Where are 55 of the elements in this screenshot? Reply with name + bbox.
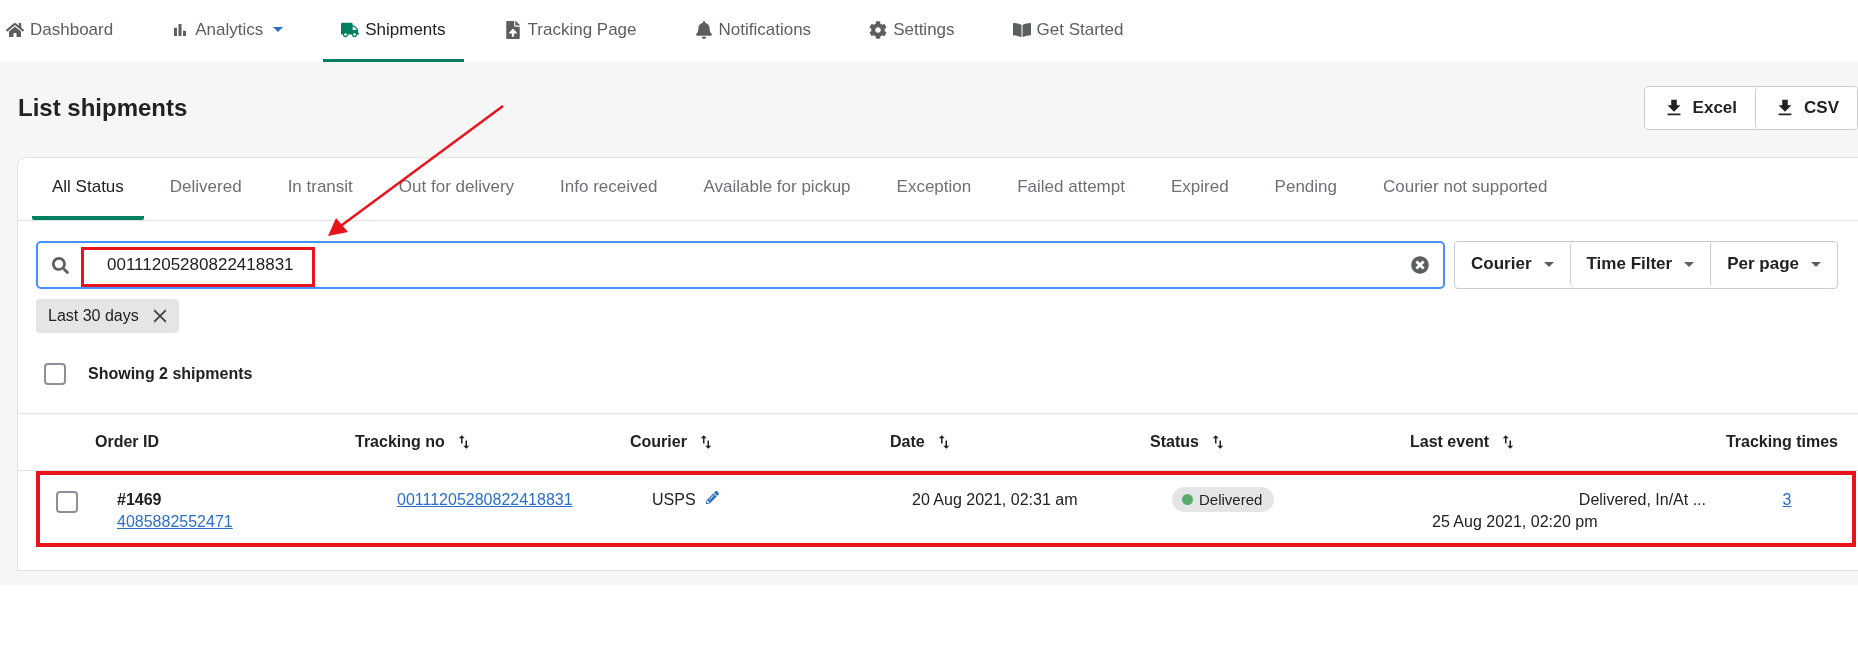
checkbox[interactable]: [44, 363, 66, 385]
nav-tab[interactable]: Analytics: [153, 0, 302, 62]
column-header: Tracking no: [355, 433, 445, 451]
status-label: Delivered: [1199, 491, 1263, 508]
status-tab[interactable]: Info received: [540, 158, 678, 220]
export-button[interactable]: CSV: [1755, 87, 1857, 129]
search-input[interactable]: 00111205280822418831: [81, 247, 1147, 283]
nav-icon: [869, 20, 888, 39]
nav-icon: [341, 20, 360, 39]
order-number: #1469: [117, 491, 163, 509]
tracking-times-link[interactable]: 3: [1782, 491, 1792, 509]
status-tab[interactable]: In transit: [267, 158, 373, 220]
edit-icon[interactable]: [705, 491, 719, 504]
nav-icon: [694, 20, 713, 39]
shipment-date: 20 Aug 2021, 02:31 am: [912, 491, 1079, 509]
nav-tab[interactable]: Get Started: [994, 0, 1142, 62]
status-tab[interactable]: Pending: [1254, 158, 1357, 220]
page-title: List shipments: [18, 94, 188, 122]
chip-label: Last 30 days: [48, 307, 139, 325]
status-tab[interactable]: Exception: [876, 158, 992, 220]
clear-icon[interactable]: [1411, 256, 1430, 274]
courier-name: USPS: [652, 491, 696, 509]
status-tab[interactable]: Available for pickup: [683, 158, 871, 220]
column-header: Order ID: [95, 433, 159, 451]
nav-tab[interactable]: Notifications: [676, 0, 830, 62]
status-tab[interactable]: All Status: [32, 158, 144, 220]
nav-tab[interactable]: Tracking Page: [485, 0, 655, 62]
caret-icon: [1684, 261, 1695, 267]
nav-tab[interactable]: Settings: [851, 0, 973, 62]
shipment-count: Showing 2 shipments: [88, 365, 253, 383]
column-header: Status: [1150, 433, 1199, 451]
status-tab[interactable]: Delivered: [149, 158, 262, 220]
caret-icon: [1543, 261, 1554, 267]
column-header: Last event: [1410, 433, 1490, 451]
nav-tab[interactable]: Dashboard: [0, 0, 132, 62]
filter-dropdown[interactable]: Per page: [1710, 242, 1837, 286]
status-tab[interactable]: Expired: [1150, 158, 1249, 220]
status-tab[interactable]: Courier not supported: [1363, 158, 1568, 220]
status-tab[interactable]: Out for delivery: [378, 158, 535, 220]
nav-icon: [1012, 20, 1031, 39]
nav-icon: [503, 20, 522, 39]
status-tab[interactable]: Failed attempt: [997, 158, 1145, 220]
order-id-link[interactable]: 4085882552471: [117, 513, 377, 531]
column-header: Tracking times: [1725, 433, 1838, 451]
search-icon: [52, 256, 69, 274]
caret-icon: [1811, 261, 1821, 267]
search-field[interactable]: 00111205280822418831: [36, 241, 1446, 289]
column-header: Date: [890, 433, 925, 451]
caret-icon: [273, 27, 284, 32]
last-event-time: 25 Aug 2021, 02:20 pm: [1432, 513, 1599, 531]
tracking-number-link[interactable]: 00111205280822418831: [397, 491, 652, 509]
column-header: Courier: [630, 433, 687, 451]
last-event: Delivered, In/At ...: [1578, 491, 1707, 509]
nav-icon: [6, 20, 24, 39]
checkbox[interactable]: [56, 491, 78, 513]
